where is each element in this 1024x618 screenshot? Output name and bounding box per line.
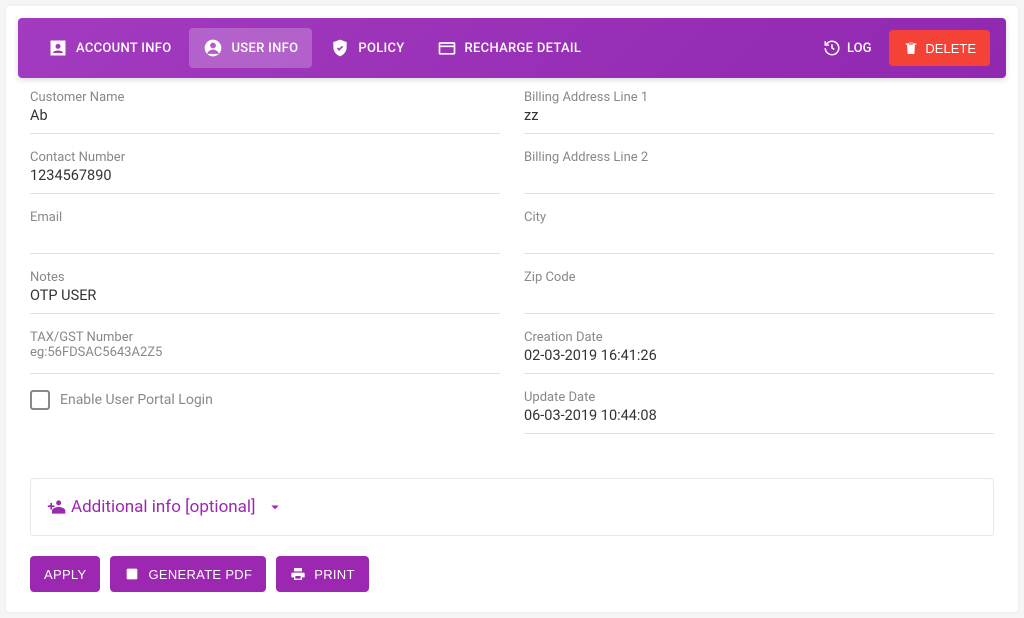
delete-label: DELETE	[925, 41, 976, 56]
field-label: Customer Name	[30, 90, 500, 105]
field-label: Notes	[30, 270, 500, 285]
field-label: Contact Number	[30, 150, 500, 165]
chevron-down-icon	[266, 498, 284, 516]
tab-label: RECHARGE DETAIL	[465, 41, 582, 56]
person-add-icon	[47, 497, 67, 517]
tab-label: USER INFO	[231, 41, 298, 56]
generate-pdf-button[interactable]: GENERATE PDF	[110, 556, 266, 592]
enable-portal-label: Enable User Portal Login	[60, 392, 213, 408]
zip-code-field[interactable]: Zip Code	[524, 270, 994, 314]
creation-date-field: Creation Date 02-03-2019 16:41:26	[524, 330, 994, 374]
field-label: Email	[30, 210, 500, 225]
field-sublabel: eg:56FDSAC5643A2Z5	[30, 345, 500, 360]
log-label: LOG	[847, 41, 871, 56]
email-field[interactable]: Email	[30, 210, 500, 254]
toolbar: ACCOUNT INFO USER INFO POLICY RECHARGE D…	[18, 18, 1006, 78]
field-label: Billing Address Line 2	[524, 150, 994, 165]
trash-icon	[903, 40, 919, 56]
additional-info-expander[interactable]: Additional info [optional]	[30, 478, 994, 536]
tab-account-info[interactable]: ACCOUNT INFO	[34, 28, 185, 68]
footer-actions: APPLY GENERATE PDF PRINT	[6, 556, 1018, 612]
tax-gst-field[interactable]: TAX/GST Number eg:56FDSAC5643A2Z5	[30, 330, 500, 374]
form-right-column: Billing Address Line 1 zz Billing Addres…	[512, 90, 1006, 450]
history-icon	[823, 39, 841, 57]
city-field[interactable]: City	[524, 210, 994, 254]
field-label: Creation Date	[524, 330, 994, 345]
enable-portal-checkbox[interactable]	[30, 390, 50, 410]
form-left-column: Customer Name Ab Contact Number 12345678…	[18, 90, 512, 450]
button-label: GENERATE PDF	[148, 567, 252, 582]
contact-number-field[interactable]: Contact Number 1234567890	[30, 150, 500, 194]
tab-label: ACCOUNT INFO	[76, 41, 171, 56]
print-button[interactable]: PRINT	[276, 556, 369, 592]
billing-addr2-field[interactable]: Billing Address Line 2	[524, 150, 994, 194]
enable-portal-row: Enable User Portal Login	[30, 390, 500, 410]
notes-field[interactable]: Notes OTP USER	[30, 270, 500, 314]
delete-button[interactable]: DELETE	[889, 30, 990, 66]
billing-addr1-field[interactable]: Billing Address Line 1 zz	[524, 90, 994, 134]
field-label: Billing Address Line 1	[524, 90, 994, 105]
shield-check-icon	[330, 38, 350, 58]
tab-user-info[interactable]: USER INFO	[189, 28, 312, 68]
person-circle-icon	[203, 38, 223, 58]
field-value: 1234567890	[30, 167, 500, 184]
apply-button[interactable]: APPLY	[30, 556, 100, 592]
pdf-icon	[124, 566, 140, 582]
print-icon	[290, 566, 306, 582]
field-value: 06-03-2019 10:44:08	[524, 407, 994, 424]
person-card-icon	[48, 38, 68, 58]
field-value: zz	[524, 107, 994, 124]
card-icon	[437, 38, 457, 58]
field-value: 02-03-2019 16:41:26	[524, 347, 994, 364]
field-label: City	[524, 210, 994, 225]
field-value: OTP USER	[30, 287, 500, 304]
expander-label: Additional info [optional]	[71, 497, 256, 517]
log-button[interactable]: LOG	[813, 31, 881, 65]
field-label: Zip Code	[524, 270, 994, 285]
field-label: Update Date	[524, 390, 994, 405]
update-date-field: Update Date 06-03-2019 10:44:08	[524, 390, 994, 434]
customer-name-field[interactable]: Customer Name Ab	[30, 90, 500, 134]
tab-policy[interactable]: POLICY	[316, 28, 418, 68]
field-label: TAX/GST Number	[30, 330, 500, 345]
button-label: APPLY	[44, 567, 86, 582]
field-value: Ab	[30, 107, 500, 124]
form-content: Customer Name Ab Contact Number 12345678…	[6, 90, 1018, 470]
button-label: PRINT	[314, 567, 355, 582]
tab-recharge-detail[interactable]: RECHARGE DETAIL	[423, 28, 596, 68]
tab-label: POLICY	[358, 41, 404, 56]
